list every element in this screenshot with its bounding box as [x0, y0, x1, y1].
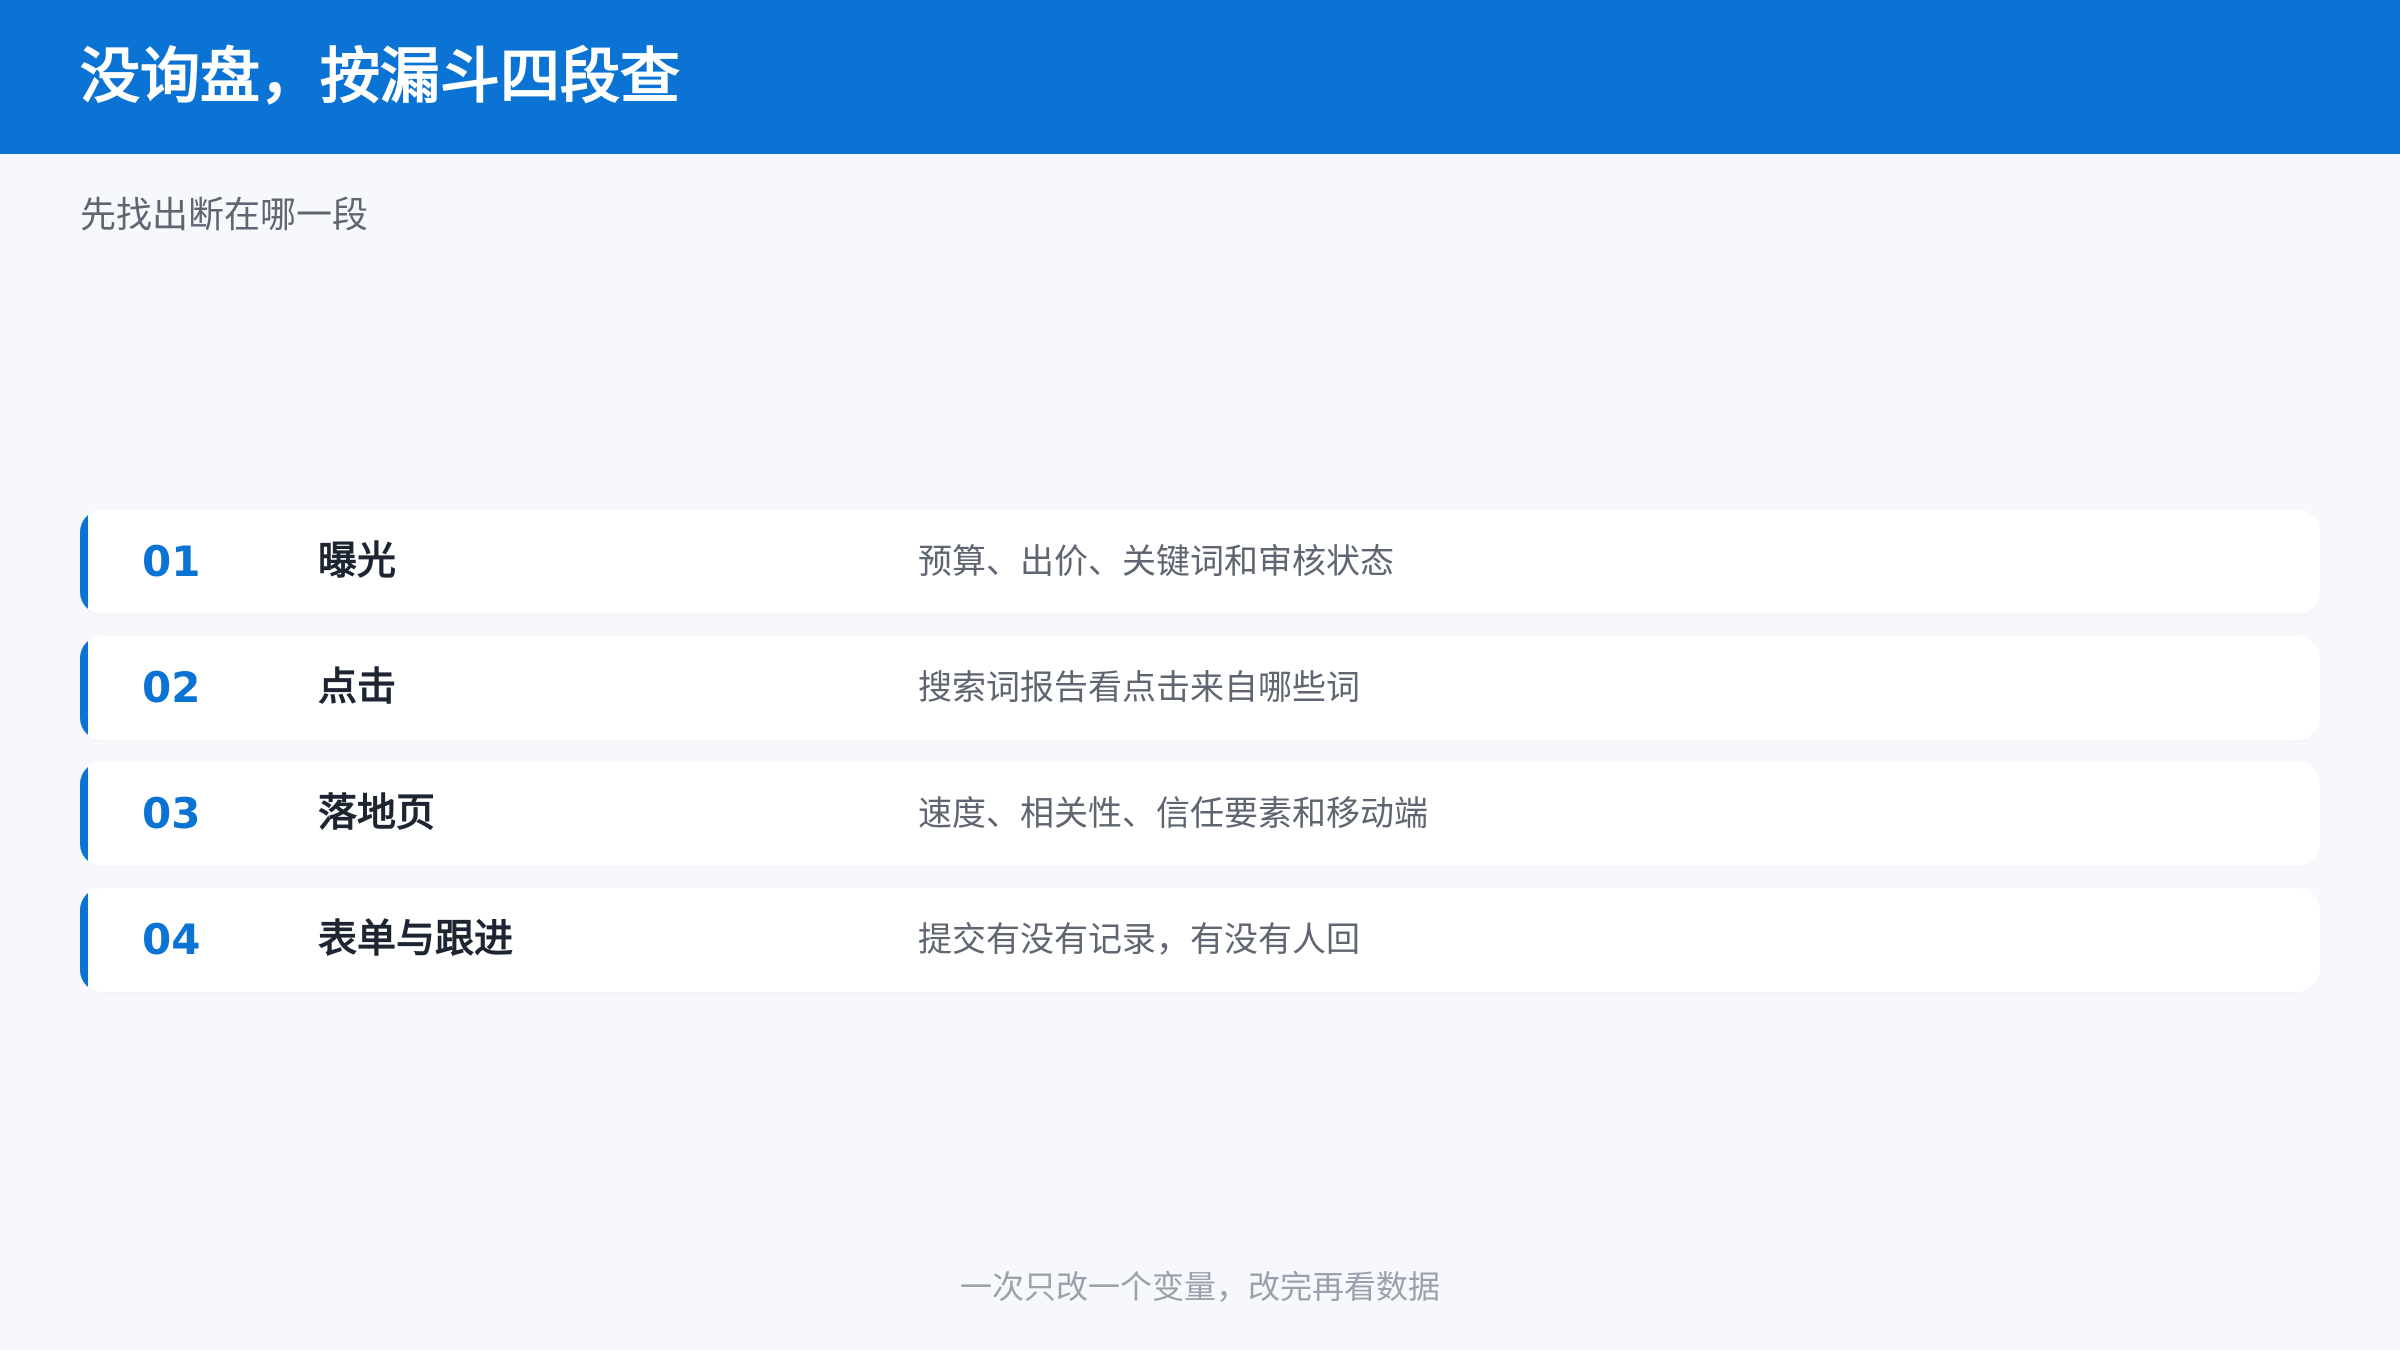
step-title: 表单与跟进 — [318, 917, 514, 962]
accent-bar — [80, 888, 88, 992]
page-subtitle: 先找出断在哪一段 — [80, 195, 369, 236]
accent-bar — [80, 636, 88, 740]
funnel-step-card: 03 落地页 速度、相关性、信任要素和移动端 — [80, 762, 2320, 866]
step-number: 01 — [142, 537, 201, 586]
step-number: 02 — [142, 663, 201, 712]
footer-note: 一次只改一个变量，改完再看数据 — [959, 1268, 1440, 1306]
page-title: 没询盘，按漏斗四段查 — [80, 42, 680, 112]
step-description: 速度、相关性、信任要素和移动端 — [918, 794, 1428, 834]
funnel-step-list: 01 曝光 预算、出价、关键词和审核状态 02 点击 搜索词报告看点击来自哪些词… — [80, 510, 2320, 1014]
header-banner: 没询盘，按漏斗四段查 — [0, 0, 2400, 154]
accent-bar — [80, 510, 88, 614]
step-description: 提交有没有记录，有没有人回 — [918, 920, 1360, 960]
step-title: 点击 — [318, 665, 397, 710]
accent-bar — [80, 762, 88, 866]
step-title: 落地页 — [318, 791, 436, 836]
funnel-step-card: 02 点击 搜索词报告看点击来自哪些词 — [80, 636, 2320, 740]
step-number: 03 — [142, 789, 201, 838]
step-description: 搜索词报告看点击来自哪些词 — [918, 668, 1360, 708]
step-title: 曝光 — [318, 539, 397, 584]
funnel-step-card: 01 曝光 预算、出价、关键词和审核状态 — [80, 510, 2320, 614]
step-number: 04 — [142, 915, 201, 964]
funnel-step-card: 04 表单与跟进 提交有没有记录，有没有人回 — [80, 888, 2320, 992]
step-description: 预算、出价、关键词和审核状态 — [918, 542, 1394, 582]
